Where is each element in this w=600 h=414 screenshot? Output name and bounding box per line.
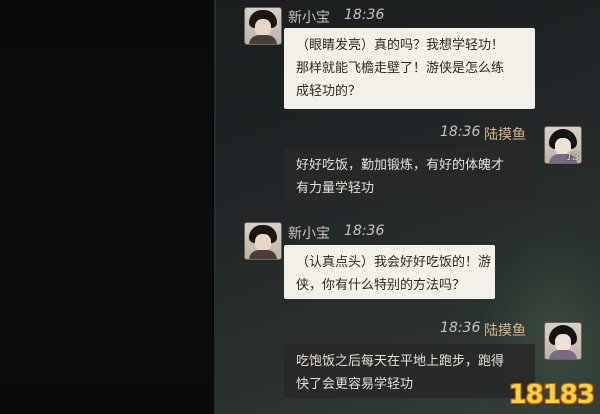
avatar-lumoyu[interactable]: 13	[544, 126, 582, 164]
message-time: 18:36	[440, 320, 481, 336]
message-time: 18:36	[344, 7, 385, 23]
watermark-text: 18183	[508, 380, 595, 410]
sender-name: 新小宝	[288, 226, 330, 242]
message-line: 成轻功的？	[296, 84, 362, 99]
avatar-xinxiaobao[interactable]	[244, 7, 282, 45]
sender-name: 新小宝	[288, 10, 330, 26]
chat-bubble: 吃饱饭之后每天在平地上跑步，跑得 快了会更容易学轻功	[284, 344, 535, 398]
message-line: 吃饱饭之后每天在平地上跑步，跑得	[296, 354, 505, 369]
message-line: 快了会更容易学轻功	[296, 377, 414, 392]
message-line: （眼睛发亮）真的吗？我想学轻功！	[296, 38, 505, 53]
sender-name: 陆摸鱼	[484, 127, 526, 143]
chat-bubble: （认真点头）我会好好吃饭的！游 侠，你有什么特别的方法吗？	[284, 245, 495, 299]
message-line: 侠，你有什么特别的方法吗？	[296, 278, 466, 293]
left-panel	[0, 0, 214, 414]
avatar-xinxiaobao[interactable]	[244, 222, 282, 260]
message-line: 好好吃饭，勤加锻炼，有好的体魄才	[296, 158, 505, 173]
sender-name: 陆摸鱼	[484, 323, 526, 339]
message-time: 18:36	[440, 124, 481, 140]
level-badge: 13	[566, 152, 579, 163]
message-line: （认真点头）我会好好吃饭的！游	[296, 255, 492, 270]
site-watermark-logo: 18183	[502, 376, 595, 410]
avatar-lumoyu[interactable]	[544, 322, 582, 360]
message-time: 18:36	[344, 223, 385, 239]
message-line: 有力量学轻功	[296, 181, 375, 196]
chat-bubble: 好好吃饭，勤加锻炼，有好的体魄才 有力量学轻功	[284, 148, 535, 200]
chat-bubble: （眼睛发亮）真的吗？我想学轻功！ 那样就能飞檐走壁了！游侠是怎么练 成轻功的？	[284, 28, 535, 109]
message-line: 那样就能飞檐走壁了！游侠是怎么练	[296, 61, 505, 76]
